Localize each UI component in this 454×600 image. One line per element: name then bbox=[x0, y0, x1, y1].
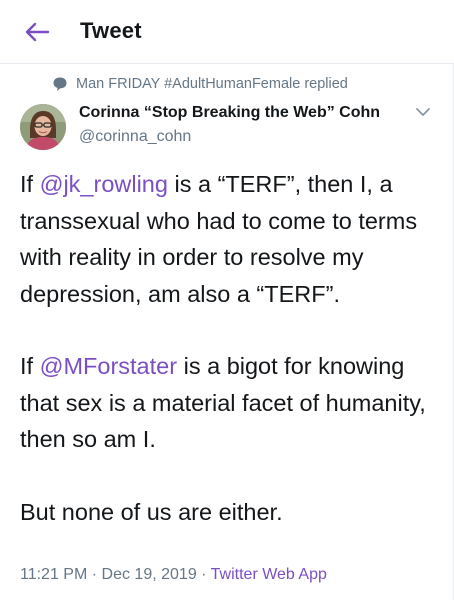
tweet-screen: Tweet Man FRIDAY #AdultHumanFemale repli… bbox=[0, 0, 454, 600]
text-span: If bbox=[20, 353, 40, 379]
speech-bubble-icon bbox=[53, 77, 67, 91]
avatar[interactable] bbox=[20, 104, 66, 150]
reply-context: Man FRIDAY #AdultHumanFemale replied bbox=[52, 76, 348, 92]
arrow-left-icon bbox=[25, 22, 50, 42]
tweet-text: If @jk_rowling is a “TERF”, then I, a tr… bbox=[20, 166, 445, 530]
tweet-paragraph: If @jk_rowling is a “TERF”, then I, a tr… bbox=[20, 166, 445, 312]
avatar-photo bbox=[20, 104, 66, 150]
top-bar: Tweet bbox=[0, 0, 454, 64]
reply-context-text: Man FRIDAY #AdultHumanFemale replied bbox=[76, 76, 348, 92]
tweet-paragraph: If @MForstater is a bigot for knowing th… bbox=[20, 348, 445, 458]
tweet-source-link[interactable]: Twitter Web App bbox=[211, 566, 327, 583]
tweet-paragraph: But none of us are either. bbox=[20, 498, 283, 525]
author-name[interactable]: Corinna “Stop Breaking the Web” Cohn bbox=[79, 104, 380, 122]
tweet-metadata: 11:21 PM · Dec 19, 2019 · Twitter Web Ap… bbox=[20, 566, 327, 584]
mention-link[interactable]: @MForstater bbox=[40, 353, 177, 379]
separator: · bbox=[201, 566, 207, 583]
chevron-down-icon[interactable] bbox=[415, 106, 431, 118]
back-button[interactable] bbox=[22, 20, 52, 44]
text-span: If bbox=[20, 171, 40, 197]
separator: · bbox=[91, 566, 98, 583]
page-title: Tweet bbox=[80, 18, 142, 43]
author-handle[interactable]: @corinna_cohn bbox=[79, 128, 191, 146]
mention-link[interactable]: @jk_rowling bbox=[40, 171, 168, 197]
tweet-time: 11:21 PM bbox=[20, 566, 88, 583]
tweet-date: Dec 19, 2019 bbox=[101, 566, 197, 583]
